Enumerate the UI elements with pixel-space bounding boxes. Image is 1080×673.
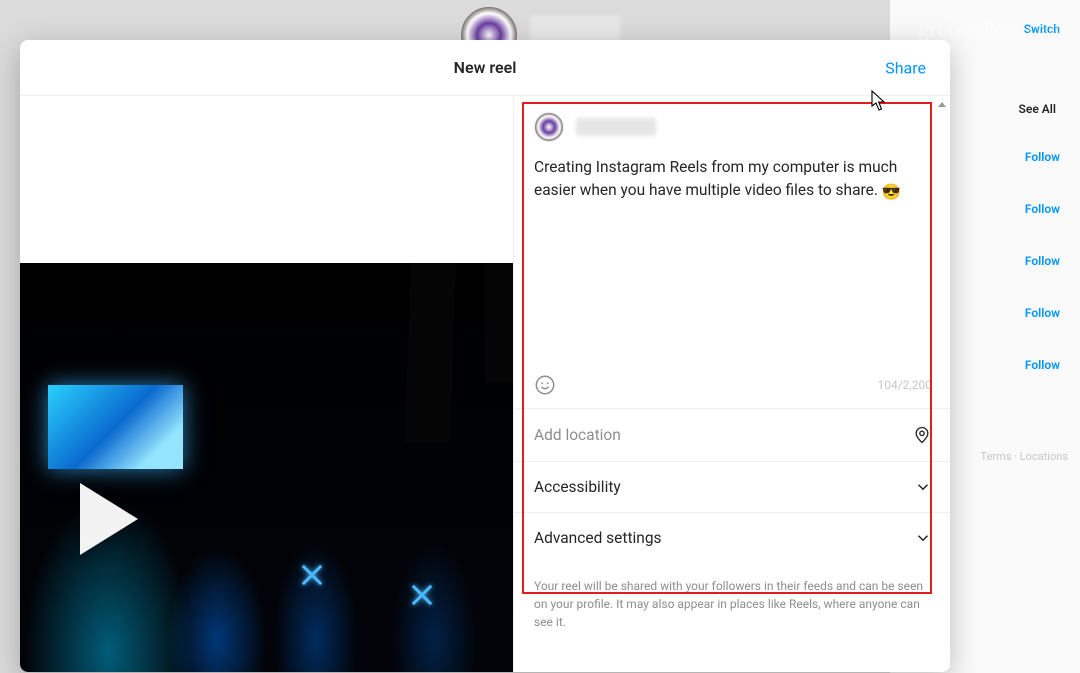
stage-light-cross: [300, 563, 324, 587]
footer-links: Terms · Locations: [981, 450, 1068, 463]
emoji-picker-icon[interactable]: [534, 374, 556, 396]
modal-title: New reel: [454, 58, 517, 77]
play-icon[interactable]: [80, 483, 138, 555]
advanced-settings-row[interactable]: Advanced settings: [514, 512, 950, 563]
character-counter: 104/2,200: [877, 378, 932, 392]
chevron-down-icon: [914, 478, 932, 496]
suggestion-follow-list: Follow Follow Follow Follow Follow: [1025, 150, 1060, 372]
new-reel-modal: New reel Share: [20, 40, 950, 672]
scroll-up-arrow-icon[interactable]: [937, 100, 947, 110]
reel-disclaimer-text: Your reel will be shared with your follo…: [514, 563, 950, 631]
modal-header: New reel Share: [20, 40, 950, 96]
follow-link[interactable]: Follow: [1025, 358, 1060, 372]
preview-spacer: [20, 96, 513, 263]
accessibility-row[interactable]: Accessibility: [514, 461, 950, 512]
chevron-down-icon: [914, 529, 932, 547]
follow-link[interactable]: Follow: [1025, 254, 1060, 268]
caption-text: Creating Instagram Reels from my compute…: [534, 158, 901, 199]
video-thumbnail-screen: [48, 385, 183, 469]
follow-link[interactable]: Follow: [1025, 202, 1060, 216]
author-row: [514, 96, 950, 152]
add-location-placeholder: Add location: [534, 426, 621, 444]
add-location-row[interactable]: Add location: [514, 408, 950, 461]
stage-light-cross: [410, 583, 434, 607]
watermark-text: groovyPost.com: [918, 16, 1066, 42]
avatar[interactable]: [534, 112, 564, 142]
modal-body: Creating Instagram Reels from my compute…: [20, 96, 950, 672]
video-preview[interactable]: [20, 263, 513, 672]
caption-footer: 104/2,200: [514, 372, 950, 408]
video-silhouette: [485, 263, 513, 383]
details-pane: Creating Instagram Reels from my compute…: [513, 96, 950, 672]
see-all-link[interactable]: See All: [1019, 102, 1056, 116]
follow-link[interactable]: Follow: [1025, 306, 1060, 320]
username-blurred: [576, 118, 656, 136]
caption-textarea[interactable]: Creating Instagram Reels from my compute…: [514, 152, 950, 372]
accessibility-label: Accessibility: [534, 478, 621, 496]
advanced-settings-label: Advanced settings: [534, 529, 662, 547]
media-preview-pane: [20, 96, 513, 672]
follow-link[interactable]: Follow: [1025, 150, 1060, 164]
location-pin-icon: [912, 425, 932, 445]
share-button[interactable]: Share: [885, 58, 926, 77]
sunglasses-emoji: 😎: [882, 181, 901, 204]
video-silhouette: [405, 263, 457, 443]
